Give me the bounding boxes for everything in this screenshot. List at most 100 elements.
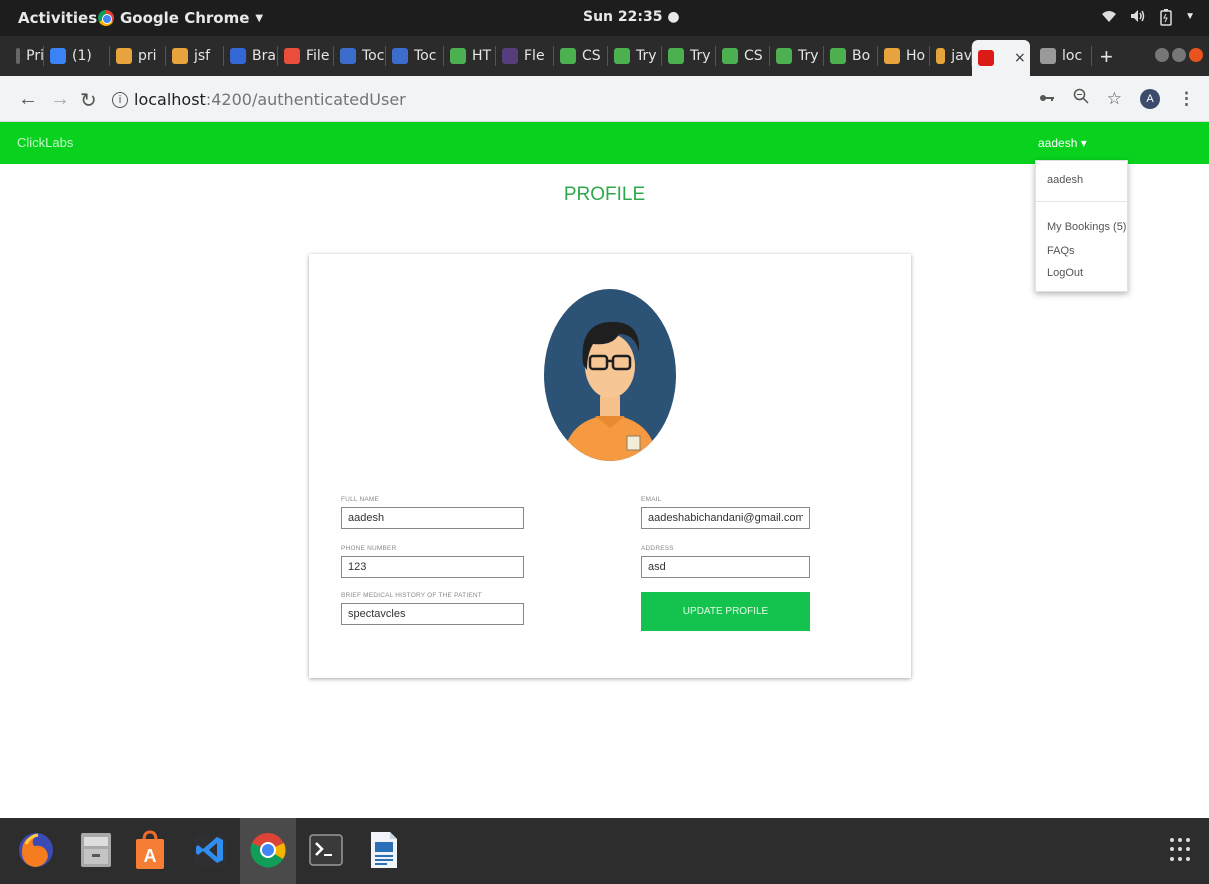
browser-tab[interactable]: CS: [716, 42, 770, 70]
browser-tab[interactable]: CS: [554, 42, 608, 70]
url-path: :4200/authenticatedUser: [205, 90, 406, 109]
browser-tab[interactable]: Bra: [224, 42, 278, 70]
browser-tab[interactable]: Toc: [334, 42, 386, 70]
clock[interactable]: Sun 22:35 ●: [583, 9, 680, 25]
tab-label: Bra: [252, 48, 276, 64]
browser-tab[interactable]: File: [278, 42, 334, 70]
browser-tab[interactable]: Ho: [878, 42, 930, 70]
firefox-icon[interactable]: [14, 828, 58, 872]
tab-favicon-icon: [668, 48, 684, 64]
tab-active[interactable]: ×: [972, 40, 1030, 76]
browser-tab[interactable]: Pri: [10, 42, 44, 70]
profile-avatar[interactable]: A: [1140, 88, 1160, 109]
tab-favicon-icon: [392, 48, 408, 64]
medical-history-input[interactable]: [341, 603, 524, 625]
profile-card: FULL NAME EMAIL PHONE NUMBER ADDRESS BRI…: [309, 254, 911, 678]
terminal-icon[interactable]: [304, 828, 348, 872]
tab-label: jsf: [194, 48, 211, 64]
tab-close-icon[interactable]: ×: [1014, 50, 1026, 66]
menu-item-faqs[interactable]: FAQs: [1047, 245, 1075, 257]
close-icon[interactable]: [1189, 48, 1203, 62]
browser-tab[interactable]: Try: [608, 42, 662, 70]
chevron-down-icon: ▼: [255, 12, 264, 24]
tab-favicon-icon: [936, 48, 946, 64]
tab-label: Toc: [414, 48, 437, 64]
app-navbar: ClickLabs aadesh ▾: [0, 122, 1209, 164]
activities-button[interactable]: Activities: [18, 9, 97, 27]
forward-arrow-icon[interactable]: →: [50, 88, 70, 111]
toolbar-actions: ☆ A ⋮: [1039, 88, 1195, 109]
address-input[interactable]: [641, 556, 810, 578]
tab-favicon-icon: [450, 48, 466, 64]
browser-tab[interactable]: pri: [110, 42, 166, 70]
browser-tab[interactable]: Toc: [386, 42, 444, 70]
files-icon[interactable]: [74, 828, 118, 872]
tab-favicon-icon: [284, 48, 300, 64]
new-tab-button[interactable]: +: [1100, 44, 1113, 70]
address-bar[interactable]: i localhost:4200/authenticatedUser: [112, 90, 406, 109]
minimize-icon[interactable]: [1155, 48, 1169, 62]
full-name-input[interactable]: [341, 507, 524, 529]
reload-icon[interactable]: ↻: [80, 88, 97, 113]
browser-tab[interactable]: Fle: [496, 42, 554, 70]
maximize-icon[interactable]: [1172, 48, 1186, 62]
user-menu-toggle[interactable]: aadesh ▾: [1038, 136, 1087, 150]
menu-item-my-bookings[interactable]: My Bookings (5): [1047, 221, 1126, 233]
browser-tab[interactable]: Bo: [824, 42, 878, 70]
update-profile-button[interactable]: UPDATE PROFILE: [641, 592, 810, 631]
tab-label: HT: [472, 48, 492, 64]
tab-strip: Pri (1) pri jsf Bra File Toc Toc HT Fle CS Try Try CS…: [0, 36, 1209, 76]
phone-input[interactable]: [341, 556, 524, 578]
email-input[interactable]: [641, 507, 810, 529]
brand-link[interactable]: ClickLabs: [17, 135, 73, 150]
software-center-icon[interactable]: A: [128, 828, 172, 872]
back-arrow-icon[interactable]: ←: [18, 88, 38, 111]
chrome-icon[interactable]: [246, 828, 290, 872]
wifi-icon: [1101, 8, 1117, 30]
system-tray[interactable]: ▼: [1101, 8, 1195, 30]
tab-label: CS: [582, 48, 601, 64]
app-menu-label: Google Chrome: [120, 9, 250, 27]
zoom-icon[interactable]: [1073, 88, 1089, 109]
tab-favicon-icon: [560, 48, 576, 64]
dock: A: [0, 818, 1209, 884]
key-icon[interactable]: [1039, 89, 1055, 109]
tab-favicon-icon: [16, 48, 21, 64]
vscode-icon[interactable]: [188, 828, 232, 872]
menu-item-logout[interactable]: LogOut: [1047, 267, 1083, 279]
app-menu[interactable]: Google Chrome ▼: [98, 9, 263, 27]
libreoffice-writer-icon[interactable]: [362, 828, 406, 872]
tab-favicon-icon: [230, 48, 246, 64]
browser-tab[interactable]: jav: [930, 42, 972, 70]
tab-label: Try: [636, 48, 657, 64]
tab-label: Bo: [852, 48, 871, 64]
notification-dot-icon: ●: [667, 9, 680, 25]
browser-tab[interactable]: loc: [1034, 42, 1092, 70]
tab-label: CS: [744, 48, 763, 64]
svg-text:A: A: [144, 846, 157, 866]
info-icon[interactable]: i: [112, 91, 128, 108]
tab-favicon-icon: [340, 48, 356, 64]
star-icon[interactable]: ☆: [1107, 89, 1122, 109]
browser-tab[interactable]: Try: [770, 42, 824, 70]
tab-label: loc: [1062, 48, 1083, 64]
tab-favicon-icon: [172, 48, 188, 64]
browser-tab[interactable]: (1): [44, 42, 110, 70]
full-name-label: FULL NAME: [341, 496, 380, 503]
volume-icon: [1129, 8, 1147, 30]
tab-label: Try: [798, 48, 819, 64]
page-title: PROFILE: [563, 184, 646, 205]
tab-label: Pri: [26, 48, 44, 64]
browser-tab[interactable]: HT: [444, 42, 496, 70]
browser-tab[interactable]: Try: [662, 42, 716, 70]
tab-favicon-icon: [722, 48, 738, 64]
tab-favicon-icon: [830, 48, 846, 64]
app-grid-icon[interactable]: [1170, 838, 1194, 862]
tab-label: Fle: [524, 48, 545, 64]
more-menu-icon[interactable]: ⋮: [1178, 89, 1195, 109]
tab-favicon-icon: [116, 48, 132, 64]
tab-favicon-icon: [884, 48, 900, 64]
tab-favicon-icon: [978, 50, 994, 66]
browser-tab[interactable]: jsf: [166, 42, 224, 70]
tab-label: Ho: [906, 48, 926, 64]
